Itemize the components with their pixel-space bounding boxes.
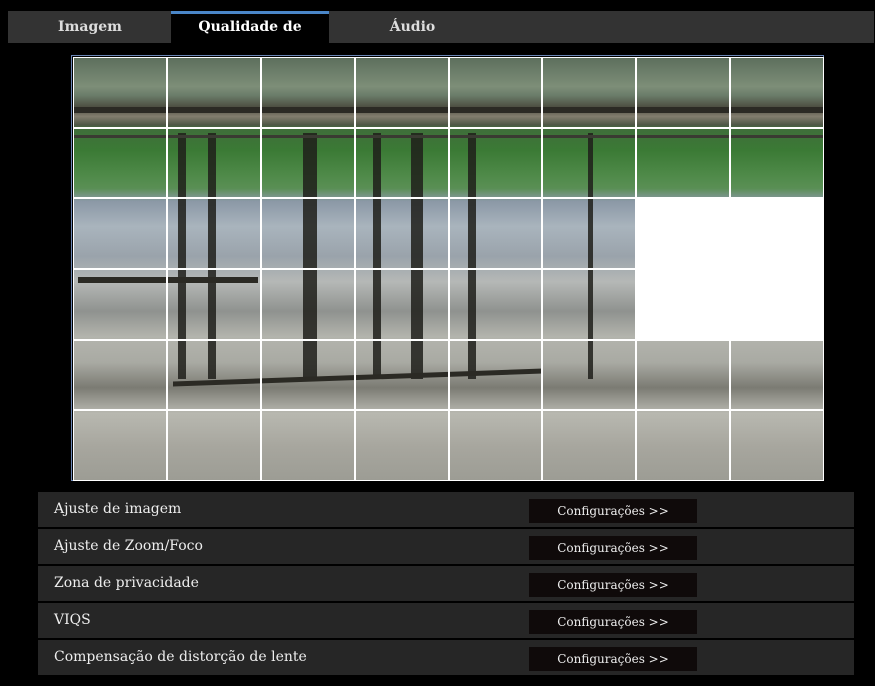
grid-cell[interactable] [260, 127, 355, 199]
grid-cell[interactable] [730, 198, 824, 269]
grid-cell[interactable] [354, 198, 449, 269]
grid-cell[interactable] [636, 198, 731, 269]
grid-cell[interactable] [354, 339, 449, 411]
grid-cell[interactable] [542, 57, 637, 128]
grid-cell[interactable] [166, 127, 261, 199]
setting-row: Ajuste de imagem Configurações >> [38, 492, 854, 529]
grid-cell[interactable] [166, 269, 261, 340]
grid-cell[interactable] [73, 269, 167, 340]
grid-cell[interactable] [260, 339, 355, 411]
grid-cell[interactable] [166, 57, 261, 128]
grid-cell[interactable] [260, 198, 355, 269]
setting-label: Compensação de distorção de lente [38, 640, 394, 675]
grid-cell[interactable] [636, 269, 731, 340]
grid-cell[interactable] [166, 410, 261, 481]
grid-cell[interactable] [636, 57, 731, 128]
setting-label: Ajuste de Zoom/Foco [38, 529, 394, 564]
grid-cell[interactable] [542, 127, 637, 199]
grid-cell[interactable] [73, 127, 167, 199]
configuracoes-button[interactable]: Configurações >> [529, 610, 697, 634]
grid-cell[interactable] [73, 57, 167, 128]
grid-cell[interactable] [448, 410, 543, 481]
tab-bar: Imagem Qualidade de imagem Áudio [8, 11, 874, 67]
grid-cell[interactable] [260, 269, 355, 340]
grid-cell[interactable] [448, 269, 543, 340]
grid-cell[interactable] [73, 198, 167, 269]
setting-label: Ajuste de imagem [38, 492, 394, 527]
configuracoes-button[interactable]: Configurações >> [529, 536, 697, 560]
grid-cell[interactable] [448, 57, 543, 128]
tab-imagem[interactable]: Imagem [30, 11, 150, 43]
grid-cell[interactable] [73, 339, 167, 411]
grid-cell[interactable] [730, 57, 824, 128]
grid-cell[interactable] [354, 269, 449, 340]
grid-cell[interactable] [260, 410, 355, 481]
grid-cell[interactable] [448, 127, 543, 199]
grid-cells [73, 57, 824, 481]
settings-list: Ajuste de imagem Configurações >> Ajuste… [38, 492, 854, 677]
grid-cell[interactable] [636, 127, 731, 199]
setting-row: VIQS Configurações >> [38, 603, 854, 640]
setting-row: Ajuste de Zoom/Foco Configurações >> [38, 529, 854, 566]
grid-cell[interactable] [636, 410, 731, 481]
grid-cell[interactable] [542, 198, 637, 269]
grid-cell[interactable] [730, 339, 824, 411]
setting-row: Zona de privacidade Configurações >> [38, 566, 854, 603]
grid-cell[interactable] [354, 410, 449, 481]
configuracoes-button[interactable]: Configurações >> [529, 647, 697, 671]
grid-cell[interactable] [730, 269, 824, 340]
setting-label: VIQS [38, 603, 394, 638]
grid-cell[interactable] [448, 198, 543, 269]
privacy-mask-grid[interactable] [71, 55, 824, 481]
configuracoes-button[interactable]: Configurações >> [529, 573, 697, 597]
grid-cell[interactable] [730, 127, 824, 199]
grid-cell[interactable] [73, 410, 167, 481]
grid-cell[interactable] [542, 269, 637, 340]
setting-row: Compensação de distorção de lente Config… [38, 640, 854, 677]
tab-qualidade-de-imagem[interactable]: Qualidade de imagem [171, 11, 329, 67]
grid-cell[interactable] [636, 339, 731, 411]
grid-cell[interactable] [542, 339, 637, 411]
grid-cell[interactable] [542, 410, 637, 481]
tab-audio[interactable]: Áudio [350, 11, 475, 43]
grid-cell[interactable] [448, 339, 543, 411]
grid-cell[interactable] [354, 57, 449, 128]
grid-cell[interactable] [354, 127, 449, 199]
setting-label: Zona de privacidade [38, 566, 394, 601]
configuracoes-button[interactable]: Configurações >> [529, 499, 697, 523]
grid-cell[interactable] [166, 339, 261, 411]
grid-cell[interactable] [260, 57, 355, 128]
grid-cell[interactable] [166, 198, 261, 269]
grid-cell[interactable] [730, 410, 824, 481]
